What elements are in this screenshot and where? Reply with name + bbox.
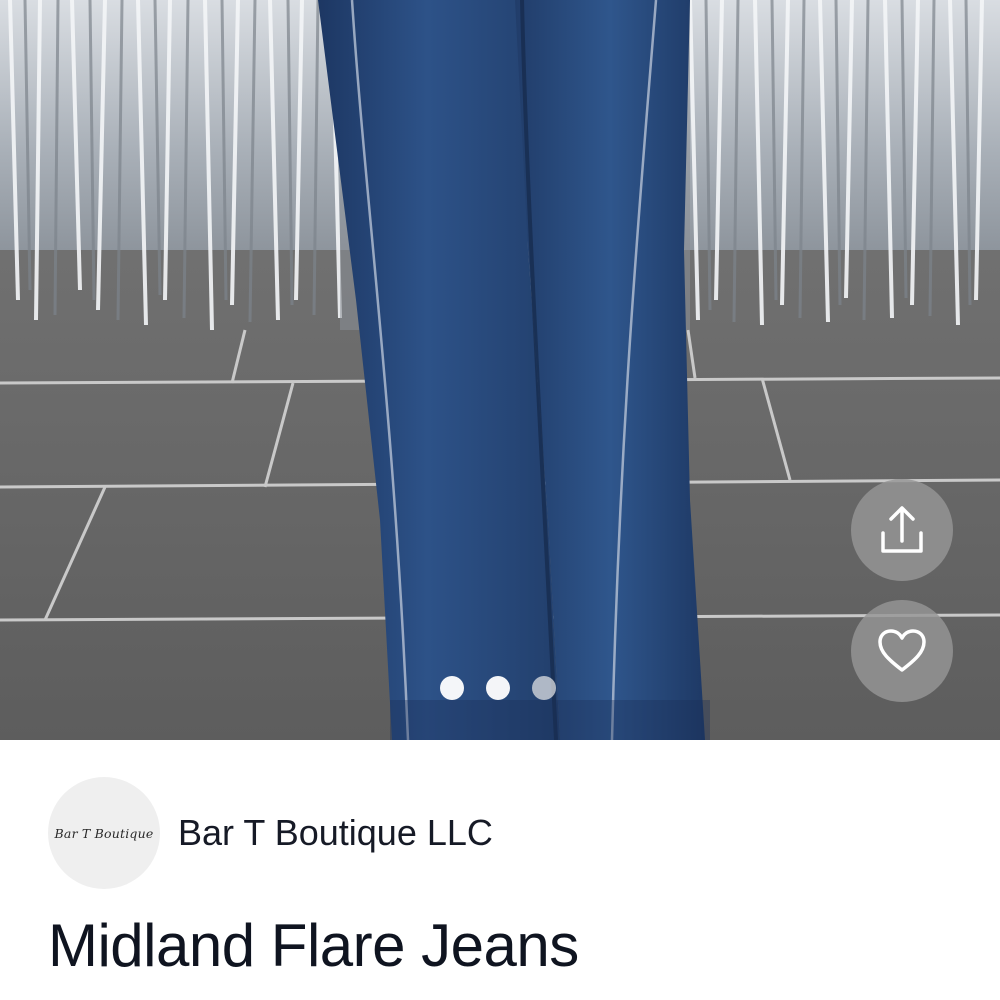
seller-avatar[interactable]: Bar T Boutique: [48, 777, 160, 889]
seller-name[interactable]: Bar T Boutique LLC: [178, 812, 493, 854]
carousel-pagination: [440, 676, 556, 700]
seller-logo-text: Bar T Boutique: [54, 825, 154, 841]
pagination-dot-2[interactable]: [486, 676, 510, 700]
share-button[interactable]: [851, 479, 953, 581]
product-photo: [0, 0, 1000, 740]
pagination-dot-3[interactable]: [532, 676, 556, 700]
share-icon: [881, 506, 923, 553]
pagination-dot-1[interactable]: [440, 676, 464, 700]
heart-icon: [878, 629, 926, 672]
favorite-button[interactable]: [851, 600, 953, 702]
seller-row[interactable]: Bar T Boutique Bar T Boutique LLC: [48, 777, 493, 889]
product-image-carousel[interactable]: [0, 0, 1000, 740]
product-page: Bar T Boutique Bar T Boutique LLC Midlan…: [0, 0, 1000, 1000]
product-title: Midland Flare Jeans: [48, 912, 579, 979]
